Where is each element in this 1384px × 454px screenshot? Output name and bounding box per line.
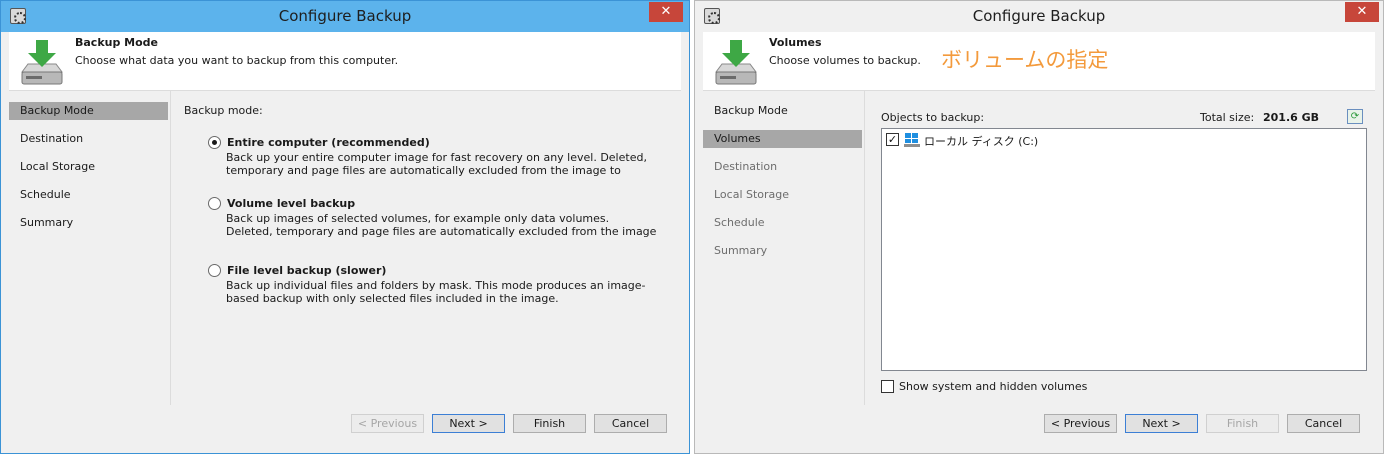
wizard-steps: Backup Mode Volumes Destination Local St… xyxy=(703,91,865,405)
title-bar[interactable]: Configure Backup ✕ xyxy=(1,1,689,32)
cancel-button[interactable]: Cancel xyxy=(1287,414,1360,433)
previous-button[interactable]: < Previous xyxy=(351,414,424,433)
download-drive-icon xyxy=(21,40,63,85)
next-button[interactable]: Next > xyxy=(1125,414,1198,433)
backup-mode-panel: Backup mode: Entire computer (recommende… xyxy=(171,91,681,405)
previous-button[interactable]: < Previous xyxy=(1044,414,1117,433)
step-summary[interactable]: Summary xyxy=(9,214,168,232)
total-size-value: 201.6 GB xyxy=(1263,111,1320,124)
step-local-storage[interactable]: Local Storage xyxy=(9,158,168,176)
show-hidden-volumes-checkbox[interactable] xyxy=(881,380,894,393)
show-hidden-volumes-label[interactable]: Show system and hidden volumes xyxy=(899,380,1087,393)
volume-c-label[interactable]: ローカル ディスク (C:) xyxy=(924,133,1038,149)
header-title: Backup Mode xyxy=(75,36,159,49)
entire-computer-radio[interactable] xyxy=(208,136,221,149)
volume-level-radio[interactable] xyxy=(208,197,221,210)
finish-button[interactable]: Finish xyxy=(513,414,586,433)
wizard-header: Backup Mode Choose what data you want to… xyxy=(9,32,681,91)
windows-drive-icon xyxy=(904,133,920,147)
file-level-radio[interactable] xyxy=(208,264,221,277)
volumes-list[interactable]: ✓ ローカル ディスク (C:) xyxy=(881,128,1367,371)
volumes-panel: Objects to backup: Total size: 201.6 GB … xyxy=(865,91,1375,405)
configure-backup-window-mode: Configure Backup ✕ Backup Mode Choose wh… xyxy=(0,0,690,454)
wizard-header: Volumes Choose volumes to backup. ボリュームの… xyxy=(703,32,1375,91)
window-title: Configure Backup xyxy=(278,7,412,25)
step-local-storage[interactable]: Local Storage xyxy=(703,186,862,204)
header-description: Choose volumes to backup. xyxy=(769,54,921,67)
close-button[interactable]: ✕ xyxy=(1345,2,1379,22)
finish-button[interactable]: Finish xyxy=(1206,414,1279,433)
step-schedule[interactable]: Schedule xyxy=(9,186,168,204)
step-volumes[interactable]: Volumes xyxy=(703,130,862,148)
objects-to-backup-label: Objects to backup: xyxy=(881,111,985,124)
close-button[interactable]: ✕ xyxy=(649,2,683,22)
configure-backup-window-volumes: Configure Backup ✕ Volumes Choose volume… xyxy=(694,0,1384,454)
file-level-title[interactable]: File level backup (slower) xyxy=(227,264,386,277)
step-backup-mode[interactable]: Backup Mode xyxy=(703,102,862,120)
step-backup-mode[interactable]: Backup Mode xyxy=(9,102,168,120)
cancel-button[interactable]: Cancel xyxy=(594,414,667,433)
header-title: Volumes xyxy=(769,36,822,49)
step-summary[interactable]: Summary xyxy=(703,242,862,260)
volume-level-title[interactable]: Volume level backup xyxy=(227,197,355,210)
window-title: Configure Backup xyxy=(972,7,1106,25)
backup-mode-label: Backup mode: xyxy=(184,104,263,117)
japanese-annotation: ボリュームの指定 xyxy=(941,48,1109,72)
step-schedule[interactable]: Schedule xyxy=(703,214,862,232)
entire-computer-title[interactable]: Entire computer (recommended) xyxy=(227,136,430,149)
volume-level-desc: Back up images of selected volumes, for … xyxy=(226,212,657,238)
title-bar[interactable]: Configure Backup ✕ xyxy=(695,1,1383,32)
header-description: Choose what data you want to backup from… xyxy=(75,54,399,67)
refresh-icon[interactable]: ⟳ xyxy=(1347,109,1363,124)
total-size-label: Total size: xyxy=(1200,111,1255,124)
volume-c-checkbox[interactable]: ✓ xyxy=(886,133,899,146)
wizard-steps: Backup Mode Destination Local Storage Sc… xyxy=(9,91,171,405)
step-destination[interactable]: Destination xyxy=(703,158,862,176)
entire-computer-desc: Back up your entire computer image for f… xyxy=(226,151,647,177)
step-destination[interactable]: Destination xyxy=(9,130,168,148)
download-drive-icon xyxy=(715,40,757,85)
file-level-desc: Back up individual files and folders by … xyxy=(226,279,646,305)
next-button[interactable]: Next > xyxy=(432,414,505,433)
